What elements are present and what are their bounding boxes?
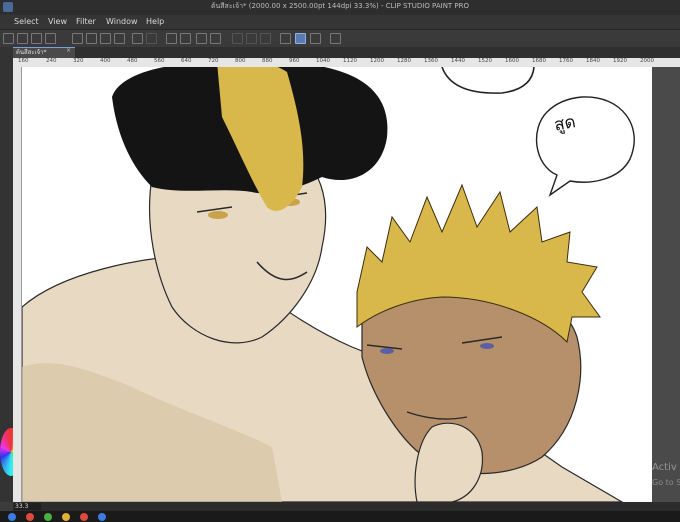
start-icon[interactable]	[8, 513, 16, 521]
ruler-label: 1360	[424, 58, 438, 64]
ruler-label: 1600	[505, 58, 519, 64]
crop-icon[interactable]	[232, 33, 243, 44]
eye-left-a	[208, 211, 228, 219]
transform-icon[interactable]	[180, 33, 191, 44]
ruler-label: 1920	[613, 58, 627, 64]
undo-icon[interactable]	[132, 33, 143, 44]
ruler-label: 240	[46, 58, 57, 64]
selection-icon[interactable]	[166, 33, 177, 44]
ruler-label: 2000	[640, 58, 654, 64]
vertical-scrollbar[interactable]	[652, 67, 680, 502]
ruler-label: 1280	[397, 58, 411, 64]
fill-icon[interactable]	[196, 33, 207, 44]
ruler-label: 1520	[478, 58, 492, 64]
ruler-label: 160	[18, 58, 29, 64]
redo-icon[interactable]	[146, 33, 157, 44]
ruler-label: 640	[181, 58, 192, 64]
clear-icon[interactable]	[246, 33, 257, 44]
speech-bubble-top	[441, 67, 535, 94]
status-bar	[13, 502, 680, 511]
taskbar-app-icon[interactable]	[44, 513, 52, 521]
ruler-label: 400	[100, 58, 111, 64]
snap-special-ruler-icon[interactable]	[295, 33, 306, 44]
activate-windows-line1: Activ	[652, 462, 677, 473]
ruler-label: 1040	[316, 58, 330, 64]
new-file-icon[interactable]	[31, 33, 42, 44]
fill-layer-icon[interactable]	[260, 33, 271, 44]
zoom-field[interactable]: 33.3	[14, 503, 41, 510]
ruler-left	[13, 67, 22, 502]
pen-icon[interactable]	[330, 33, 341, 44]
ruler-label: 800	[235, 58, 246, 64]
document-tab-bar	[13, 47, 680, 58]
menu-filter[interactable]: Filter	[76, 17, 96, 26]
taskbar-app-icon[interactable]	[62, 513, 70, 521]
command-bar	[0, 30, 680, 48]
ruler-label: 1760	[559, 58, 573, 64]
settings-icon[interactable]	[45, 33, 56, 44]
menu-window[interactable]: Window	[106, 17, 138, 26]
ruler-label: 960	[289, 58, 300, 64]
menu-view[interactable]: View	[48, 17, 67, 26]
ruler-label: 480	[127, 58, 138, 64]
open-folder-icon[interactable]	[72, 33, 83, 44]
taskbar-app-icon[interactable]	[98, 513, 106, 521]
export-dropdown-icon[interactable]	[114, 33, 125, 44]
export-icon[interactable]	[100, 33, 111, 44]
hamburger-menu-icon[interactable]	[3, 33, 14, 44]
ruler-label: 1840	[586, 58, 600, 64]
ruler-label: 1440	[451, 58, 465, 64]
new-canvas-icon[interactable]	[17, 33, 28, 44]
tab-close-icon[interactable]: ×	[66, 47, 71, 54]
ruler-label: 1680	[532, 58, 546, 64]
speech-bubble-text: สูด	[552, 112, 578, 136]
taskbar-app-icon[interactable]	[26, 513, 34, 521]
save-icon[interactable]	[86, 33, 97, 44]
ruler-label: 880	[262, 58, 273, 64]
eye-right-b	[480, 343, 494, 349]
eye-right-a	[380, 348, 394, 354]
snap-ruler-icon[interactable]	[280, 33, 291, 44]
menu-bar: Select View Filter Window Help	[0, 15, 680, 30]
activate-windows-line2: Go to S	[652, 478, 680, 487]
ruler-label: 320	[73, 58, 84, 64]
eraser-icon[interactable]	[210, 33, 221, 44]
tab-document-label: ต้นสีสะเจ้า*	[16, 49, 47, 56]
menu-help[interactable]: Help	[146, 17, 164, 26]
ruler-label: 1120	[343, 58, 357, 64]
taskbar-app-icon[interactable]	[80, 513, 88, 521]
ruler-label: 560	[154, 58, 165, 64]
ruler-label: 1200	[370, 58, 384, 64]
window-title: ต้นสีสะเจ้า* (2000.00 x 2500.00pt 144dpi…	[210, 2, 470, 10]
menu-select[interactable]: Select	[14, 17, 39, 26]
snap-grid-icon[interactable]	[310, 33, 321, 44]
ruler-label: 720	[208, 58, 219, 64]
